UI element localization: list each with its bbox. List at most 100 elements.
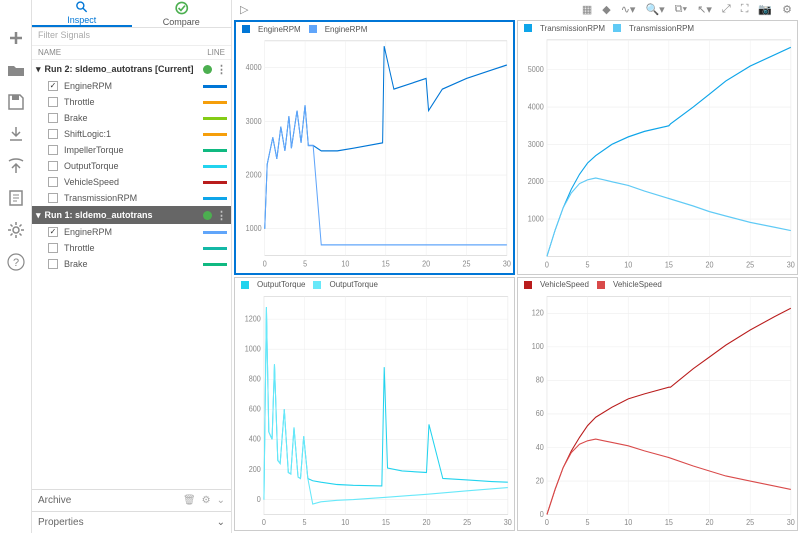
clear-icon[interactable]: ◆ [602,3,610,16]
svg-text:2000: 2000 [246,170,263,180]
svg-text:25: 25 [463,517,471,526]
camera-icon[interactable]: 📷 [758,3,772,16]
signal-row[interactable]: ShiftLogic:1 [32,126,231,142]
svg-text:80: 80 [536,375,544,384]
svg-text:15: 15 [382,517,390,526]
svg-text:5: 5 [303,259,308,269]
snapshot-icon[interactable]: ⧉▾ [675,3,687,16]
save-icon[interactable] [6,92,26,112]
settings-icon[interactable] [6,220,26,240]
plot-panel-torque[interactable]: OutputTorqueOutputTorque0200400600800100… [234,277,515,532]
svg-text:1000: 1000 [246,224,263,234]
signal-row[interactable]: TransmissionRPM [32,190,231,206]
svg-text:30: 30 [787,517,795,526]
plot-panel-trans[interactable]: TransmissionRPMTransmissionRPM1000200030… [517,20,798,275]
chevron-down-icon[interactable]: ⌄ [217,495,225,506]
expand-icon[interactable]: ⤢ [722,3,731,16]
run-row[interactable]: ▾Run 1: sldemo_autotrans⋮ [32,206,231,224]
svg-text:4000: 4000 [528,102,545,112]
svg-text:0: 0 [262,517,266,526]
report-icon[interactable] [6,188,26,208]
svg-text:3000: 3000 [246,116,263,126]
svg-text:60: 60 [536,408,544,417]
col-name: NAME [38,48,197,57]
export-icon[interactable] [6,156,26,176]
svg-text:30: 30 [504,517,512,526]
tab-compare[interactable]: Compare [132,0,232,27]
help-icon[interactable]: ? [6,252,26,272]
svg-text:10: 10 [624,517,632,526]
vertical-toolbar: ? [0,0,32,533]
trash-icon[interactable]: 🗑 [183,495,196,506]
signal-row[interactable]: Throttle [32,94,231,110]
import-icon[interactable] [6,124,26,144]
play-icon[interactable]: ▷ [240,3,248,16]
cursor-icon[interactable]: ↖▾ [697,3,712,16]
svg-text:1200: 1200 [245,314,261,323]
signal-row[interactable]: EngineRPM [32,78,231,94]
svg-text:25: 25 [746,517,754,526]
gear-icon[interactable]: ⚙ [782,3,792,16]
signal-row[interactable]: ImpellerTorque [32,142,231,158]
svg-text:120: 120 [532,308,544,317]
svg-text:40: 40 [536,442,544,451]
archive-section[interactable]: Archive 🗑⚙⌄ [32,489,231,511]
svg-text:10: 10 [341,517,349,526]
svg-text:10: 10 [341,259,350,269]
svg-text:25: 25 [462,259,471,269]
svg-text:4000: 4000 [246,63,263,73]
signal-icon[interactable]: ∿▾ [621,3,636,16]
svg-text:5: 5 [586,517,590,526]
svg-text:2000: 2000 [528,177,545,187]
signal-row[interactable]: Brake [32,110,231,126]
plot-panel-speed[interactable]: VehicleSpeedVehicleSpeed0204060801001200… [517,277,798,532]
folder-icon[interactable] [6,60,26,80]
plot-grid: EngineRPMEngineRPM1000200030004000051015… [232,18,800,533]
run-row[interactable]: ▾Run 2: sldemo_autotrans [Current]⋮ [32,60,231,78]
signal-row[interactable]: OutputTorque [32,158,231,174]
svg-text:5000: 5000 [528,65,545,75]
chevron-down-icon[interactable]: ⌄ [217,517,225,528]
svg-text:0: 0 [545,517,549,526]
signal-tree: ▾Run 2: sldemo_autotrans [Current]⋮Engin… [32,60,231,275]
signal-row[interactable]: Brake [32,256,231,272]
add-icon[interactable] [6,28,26,48]
svg-text:10: 10 [624,260,633,270]
tab-inspect-label: Inspect [67,15,96,25]
svg-text:0: 0 [540,509,544,518]
gear-icon[interactable]: ⚙ [202,495,211,506]
svg-text:3000: 3000 [528,139,545,149]
svg-text:0: 0 [257,494,261,503]
main-area: ▷ ▦ ◆ ∿▾ 🔍▾ ⧉▾ ↖▾ ⤢ ⛶ 📷 ⚙ EngineRPMEngin… [232,0,800,533]
fit-icon[interactable]: ⛶ [741,3,749,16]
svg-text:0: 0 [263,259,268,269]
svg-text:20: 20 [422,517,430,526]
svg-text:?: ? [12,257,18,269]
svg-text:1000: 1000 [528,214,545,224]
svg-text:800: 800 [249,374,261,383]
svg-text:5: 5 [303,517,307,526]
svg-text:400: 400 [249,434,261,443]
svg-text:20: 20 [422,259,431,269]
svg-text:20: 20 [705,260,714,270]
svg-text:20: 20 [536,476,544,485]
svg-text:25: 25 [746,260,755,270]
properties-section[interactable]: Properties ⌄ [32,511,231,533]
svg-text:1000: 1000 [245,344,261,353]
svg-text:200: 200 [249,464,261,473]
svg-text:30: 30 [503,259,512,269]
signal-row[interactable]: VehicleSpeed [32,174,231,190]
signal-row[interactable]: Throttle [32,240,231,256]
svg-text:15: 15 [382,259,391,269]
tab-inspect[interactable]: Inspect [32,0,132,27]
signal-row[interactable]: EngineRPM [32,224,231,240]
svg-text:5: 5 [586,260,591,270]
filter-input[interactable]: Filter Signals [32,28,231,46]
layout-icon[interactable]: ▦ [582,3,592,16]
plot-panel-engine[interactable]: EngineRPMEngineRPM1000200030004000051015… [234,20,515,275]
svg-text:15: 15 [665,517,673,526]
svg-text:0: 0 [545,260,550,270]
zoom-icon[interactable]: 🔍▾ [645,3,664,16]
col-line: LINE [197,48,225,57]
sidebar: Inspect Compare Filter Signals NAMELINE … [32,0,232,533]
